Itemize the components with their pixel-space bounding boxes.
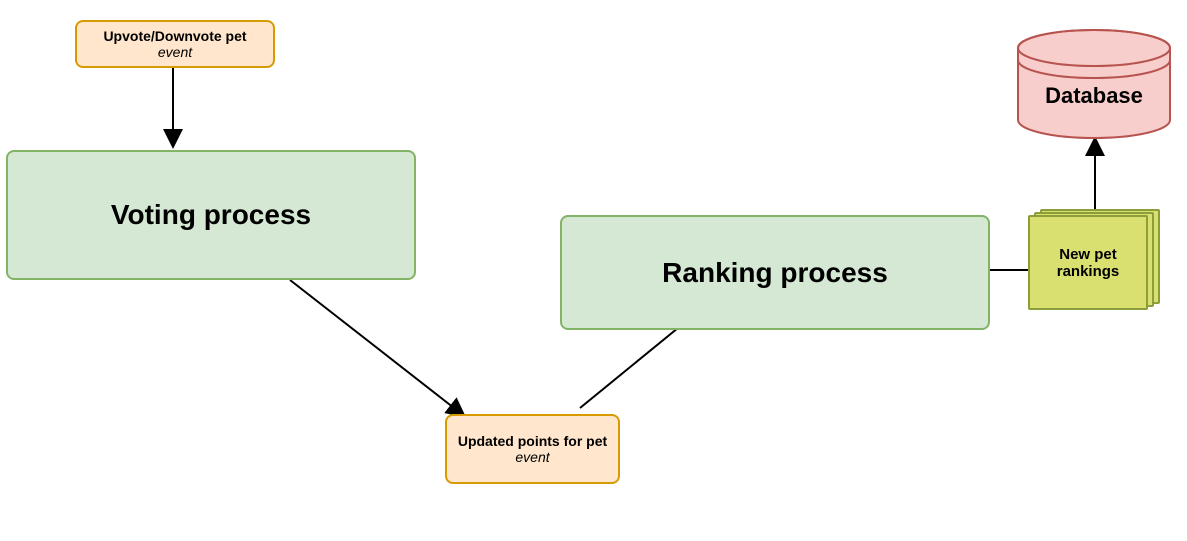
- new-rankings-label: New pet rankings: [1036, 246, 1140, 280]
- event-upvote-subtitle: event: [158, 44, 192, 60]
- event-updated-subtitle: event: [515, 449, 549, 465]
- event-updated-points: Updated points for pet event: [445, 414, 620, 484]
- voting-process-label: Voting process: [111, 199, 311, 231]
- ranking-process-label: Ranking process: [662, 257, 888, 289]
- database-node: Database: [1014, 28, 1174, 128]
- rankings-card-front: New pet rankings: [1028, 215, 1148, 310]
- event-upvote-downvote: Upvote/Downvote pet event: [75, 20, 275, 68]
- database-label: Database: [1014, 83, 1174, 109]
- event-upvote-title: Upvote/Downvote pet: [103, 28, 246, 44]
- voting-process: Voting process: [6, 150, 416, 280]
- ranking-process: Ranking process: [560, 215, 990, 330]
- event-updated-title: Updated points for pet: [458, 433, 607, 449]
